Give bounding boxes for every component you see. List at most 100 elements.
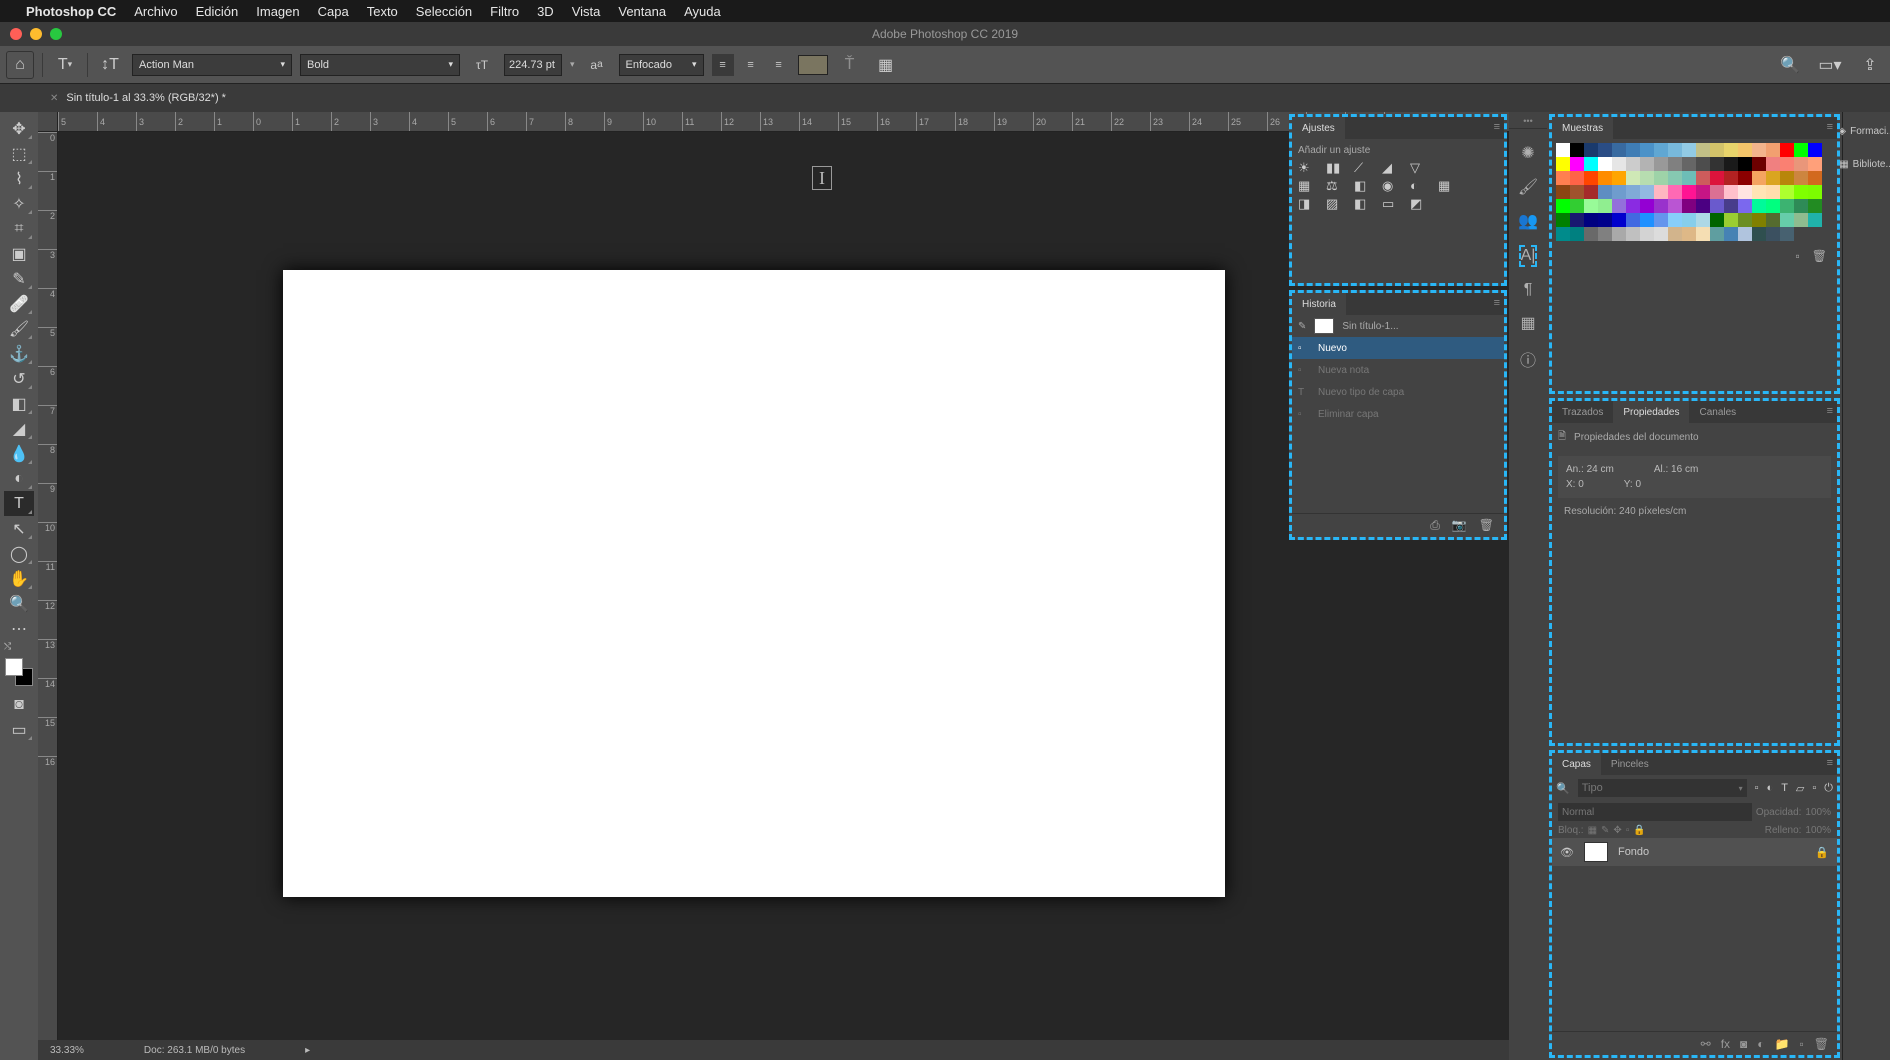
swatch[interactable]	[1598, 157, 1612, 171]
swatch[interactable]	[1682, 143, 1696, 157]
channels-tab[interactable]: Canales	[1689, 401, 1746, 423]
swatch[interactable]	[1766, 213, 1780, 227]
history-state[interactable]: ▫ Nuevo	[1292, 337, 1504, 359]
document-layout-button[interactable]: ▭▾	[1816, 51, 1844, 79]
brightness-contrast-icon[interactable]: ☀	[1298, 160, 1316, 174]
filter-smart-icon[interactable]: ▫	[1812, 782, 1816, 794]
threshold-icon[interactable]: ◧	[1354, 196, 1372, 210]
swatch[interactable]	[1780, 199, 1794, 213]
swatch[interactable]	[1794, 143, 1808, 157]
swatch[interactable]	[1696, 157, 1710, 171]
exposure-icon[interactable]: ◢	[1382, 160, 1400, 174]
swatch[interactable]	[1794, 185, 1808, 199]
menu-seleccion[interactable]: Selección	[416, 4, 472, 19]
swatch[interactable]	[1556, 157, 1570, 171]
swatch[interactable]	[1668, 227, 1682, 241]
swatch[interactable]	[1808, 143, 1822, 157]
history-brush-tool[interactable]: ↺	[4, 366, 34, 391]
swatch[interactable]	[1724, 213, 1738, 227]
swatch[interactable]	[1654, 213, 1668, 227]
lock-artboard-icon[interactable]: ▫	[1626, 825, 1630, 836]
swatch[interactable]	[1584, 199, 1598, 213]
menu-filtro[interactable]: Filtro	[490, 4, 519, 19]
crop-tool[interactable]: ⌗	[4, 216, 34, 241]
swatch[interactable]	[1724, 199, 1738, 213]
swatch[interactable]	[1794, 157, 1808, 171]
swatch[interactable]	[1724, 143, 1738, 157]
invert-icon[interactable]: ◨	[1298, 196, 1316, 210]
swatch[interactable]	[1654, 171, 1668, 185]
menu-3d[interactable]: 3D	[537, 4, 554, 19]
swatch[interactable]	[1682, 157, 1696, 171]
swatch[interactable]	[1808, 157, 1822, 171]
info-panel-icon[interactable]: ⓘ	[1520, 347, 1536, 371]
filter-shape-icon[interactable]: ▱	[1796, 782, 1804, 795]
color-panel-icon[interactable]: ✺	[1521, 143, 1534, 163]
opacity-value[interactable]: 100%	[1805, 807, 1831, 818]
swatch[interactable]	[1598, 213, 1612, 227]
history-brush-source-icon[interactable]: ✎	[1298, 321, 1306, 332]
swap-colors-icon[interactable]: ⤭	[4, 641, 11, 652]
libraries-panel-button[interactable]: ▦Bibliote...	[1839, 159, 1890, 170]
swatch[interactable]	[1738, 199, 1752, 213]
dodge-tool[interactable]: ◐	[4, 466, 34, 491]
foreground-background-colors[interactable]	[5, 658, 33, 686]
history-snapshot[interactable]: ✎ Sin título-1...	[1292, 315, 1504, 337]
edit-toolbar-button[interactable]: ⋯	[4, 616, 34, 641]
swatch[interactable]	[1752, 213, 1766, 227]
history-tab[interactable]: Historia	[1292, 293, 1346, 315]
swatch[interactable]	[1626, 171, 1640, 185]
text-orientation-button[interactable]: ↕T	[96, 51, 124, 79]
lock-pixels-icon[interactable]: ✎	[1601, 825, 1609, 836]
swatch[interactable]	[1640, 227, 1654, 241]
swatch[interactable]	[1696, 199, 1710, 213]
swatch[interactable]	[1710, 143, 1724, 157]
align-left-button[interactable]: ≡	[712, 54, 734, 76]
new-snapshot-icon[interactable]: 📷	[1452, 518, 1467, 533]
font-weight-select[interactable]: Bold▾	[300, 54, 460, 76]
swatch[interactable]	[1654, 157, 1668, 171]
foreground-color[interactable]	[5, 658, 23, 676]
document-canvas[interactable]	[283, 270, 1225, 897]
paths-tab[interactable]: Trazados	[1552, 401, 1613, 423]
swatch[interactable]	[1654, 143, 1668, 157]
panel-menu-icon[interactable]: ≡	[1494, 121, 1500, 133]
document-tab[interactable]: ✕ Sin título-1 al 33.3% (RGB/32*) *	[36, 84, 240, 112]
font-size-stepper[interactable]: ▾	[570, 59, 575, 70]
swatch[interactable]	[1766, 199, 1780, 213]
swatch[interactable]	[1738, 213, 1752, 227]
swatch[interactable]	[1654, 185, 1668, 199]
swatch[interactable]	[1766, 227, 1780, 241]
swatch[interactable]	[1612, 185, 1626, 199]
swatch[interactable]	[1682, 185, 1696, 199]
new-layer-icon[interactable]: ▫	[1800, 1037, 1804, 1051]
zoom-level[interactable]: 33.33%	[50, 1045, 84, 1056]
swatch[interactable]	[1780, 171, 1794, 185]
swatch[interactable]	[1766, 157, 1780, 171]
swatch[interactable]	[1556, 199, 1570, 213]
curves-icon[interactable]: ⟋	[1354, 160, 1372, 174]
bw-icon[interactable]: ◧	[1354, 178, 1372, 192]
eyedropper-tool[interactable]: ✎	[4, 266, 34, 291]
swatch[interactable]	[1598, 171, 1612, 185]
swatch[interactable]	[1738, 143, 1752, 157]
magic-wand-tool[interactable]: ✧	[4, 191, 34, 216]
menu-edicion[interactable]: Edición	[196, 4, 239, 19]
zoom-window-button[interactable]	[50, 28, 62, 40]
adjustment-layer-icon[interactable]: ◐	[1757, 1037, 1764, 1051]
swatch[interactable]	[1570, 199, 1584, 213]
swatch[interactable]	[1752, 157, 1766, 171]
gradient-map-icon[interactable]: ▭	[1382, 196, 1400, 210]
filter-pixel-icon[interactable]: ▫	[1755, 782, 1759, 794]
filter-toggle-icon[interactable]: ⏻	[1824, 782, 1833, 795]
swatch[interactable]	[1682, 227, 1696, 241]
swatch[interactable]	[1696, 213, 1710, 227]
character-panel-icon[interactable]: A|	[1519, 245, 1538, 267]
adjustments-tab[interactable]: Ajustes	[1292, 117, 1345, 139]
swatch[interactable]	[1710, 213, 1724, 227]
canvas-area[interactable]: 5432101234567891011121314151617181920212…	[38, 112, 1509, 1060]
swatch[interactable]	[1794, 199, 1808, 213]
home-button[interactable]: ⌂	[6, 51, 34, 79]
swatch[interactable]	[1612, 143, 1626, 157]
paragraph-panel-icon[interactable]: ¶	[1524, 281, 1533, 299]
